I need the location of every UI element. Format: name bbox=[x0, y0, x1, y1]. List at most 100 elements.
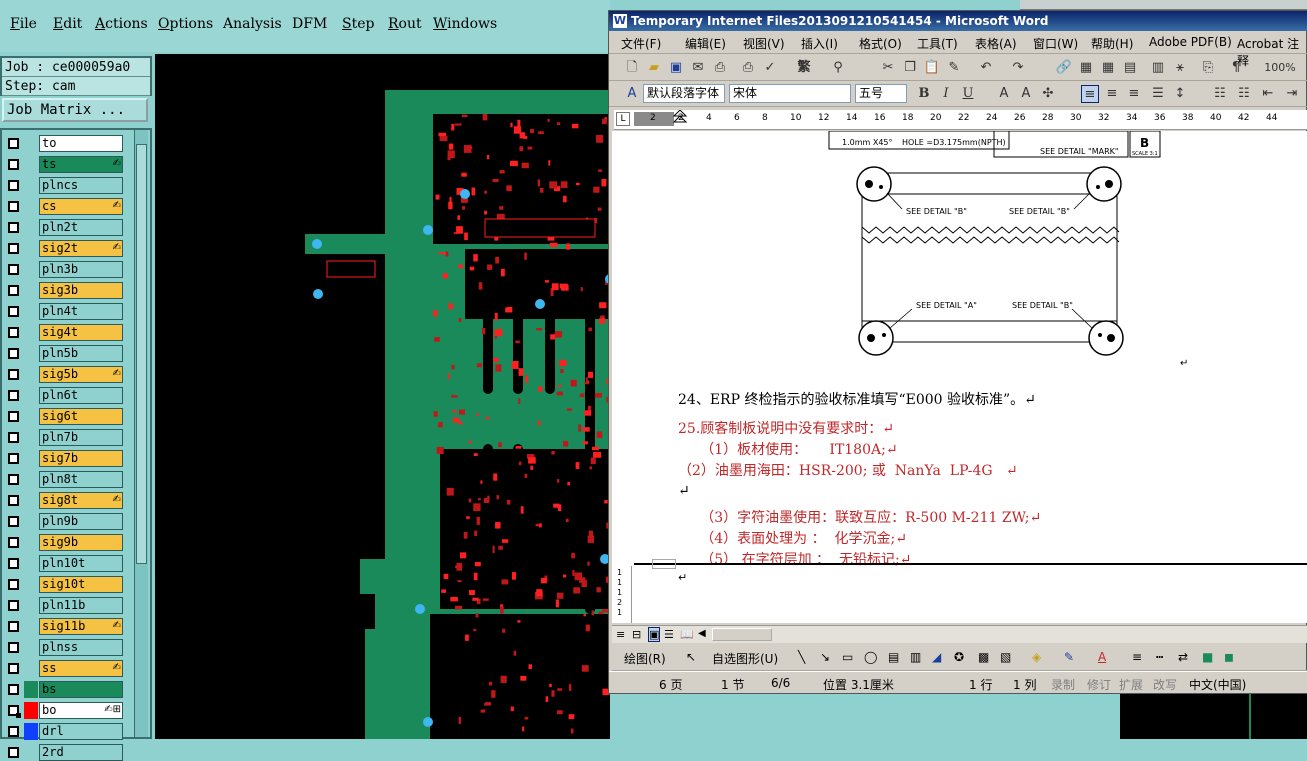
layer-name[interactable]: bs bbox=[39, 681, 123, 698]
layer-checkbox[interactable] bbox=[8, 747, 19, 758]
justify-icon[interactable]: ☰ bbox=[1149, 85, 1167, 103]
word-title-bar[interactable]: W Temporary Internet Files20130912105414… bbox=[609, 11, 1307, 31]
status-record[interactable]: 录制 bbox=[1051, 676, 1075, 693]
layer-row-cs[interactable]: cs ✍ bbox=[5, 198, 123, 215]
document-map-icon[interactable]: ⎘ bbox=[1199, 59, 1217, 77]
layer-name[interactable]: sig4t bbox=[39, 324, 123, 341]
layer-name[interactable]: pln6t bbox=[39, 387, 123, 404]
layer-row-pln2t[interactable]: pln2t bbox=[5, 219, 123, 236]
char-border-icon[interactable]: A bbox=[995, 85, 1013, 103]
undo-icon[interactable]: ↶ bbox=[977, 59, 995, 77]
layer-checkbox[interactable] bbox=[8, 222, 19, 233]
textbox-icon[interactable]: ▤ bbox=[888, 650, 899, 664]
oval-icon[interactable]: ◯ bbox=[864, 650, 877, 664]
cam-menu-analysis[interactable]: Analysis bbox=[223, 16, 282, 32]
layer-name[interactable]: pln11b bbox=[39, 597, 123, 614]
numbering-icon[interactable]: ☷ bbox=[1211, 85, 1229, 103]
layer-name[interactable]: plnss bbox=[39, 639, 123, 656]
layer-name[interactable]: to bbox=[39, 135, 123, 152]
arrow-icon[interactable]: ↘ bbox=[820, 650, 830, 664]
reading-view-icon[interactable]: 📖 bbox=[680, 628, 694, 641]
layer-checkbox[interactable] bbox=[8, 537, 19, 548]
arrow-style-icon[interactable]: ⇄ bbox=[1178, 650, 1188, 664]
font-color-icon[interactable]: A bbox=[1098, 650, 1106, 664]
cut-icon[interactable]: ✂ bbox=[879, 59, 897, 77]
print-view-icon[interactable]: ▣ bbox=[648, 627, 661, 642]
scrollbar-thumb[interactable] bbox=[136, 144, 147, 564]
web-view-icon[interactable]: ⊟ bbox=[632, 628, 641, 641]
vertical-ruler[interactable]: 11121 bbox=[612, 566, 632, 623]
layer-name[interactable]: 2rd bbox=[39, 744, 123, 761]
insert-excel-icon[interactable]: ▤ bbox=[1121, 59, 1139, 77]
hyperlink-icon[interactable]: 🔗 bbox=[1055, 59, 1073, 77]
word-menu-item[interactable]: 文件(F) bbox=[621, 35, 661, 52]
cam-menu-windows[interactable]: Windows bbox=[433, 16, 497, 32]
drawing-icon[interactable]: ⚹ bbox=[1171, 59, 1189, 77]
layer-checkbox[interactable] bbox=[8, 663, 19, 674]
copy-icon[interactable]: ❐ bbox=[901, 59, 919, 77]
layer-checkbox[interactable] bbox=[8, 516, 19, 527]
layer-name[interactable]: cs bbox=[39, 198, 123, 215]
layer-checkbox[interactable] bbox=[8, 138, 19, 149]
layer-row-sig4t[interactable]: sig4t bbox=[5, 324, 123, 341]
line-spacing-icon[interactable]: ↕ bbox=[1171, 85, 1189, 103]
layer-row-sig7b[interactable]: sig7b bbox=[5, 450, 123, 467]
layer-row-pln6t[interactable]: pln6t bbox=[5, 387, 123, 404]
picture-icon[interactable]: ▧ bbox=[1000, 650, 1011, 664]
new-document-icon[interactable]: 🗋 bbox=[623, 59, 641, 77]
word-menu-item[interactable]: 窗口(W) bbox=[1033, 35, 1078, 52]
cam-menu-step[interactable]: Step bbox=[342, 16, 374, 32]
diagram-icon[interactable]: ✪ bbox=[954, 650, 964, 664]
layer-name[interactable]: sig9b bbox=[39, 534, 123, 551]
select-objects-icon[interactable]: ↖ bbox=[686, 650, 696, 664]
layer-row-to[interactable]: to bbox=[5, 135, 123, 152]
layer-row-bs[interactable]: bs bbox=[5, 681, 123, 698]
redo-icon[interactable]: ↷ bbox=[1009, 59, 1027, 77]
font-size-combo[interactable]: 五号 bbox=[855, 84, 907, 103]
layer-name[interactable]: pln10t bbox=[39, 555, 123, 572]
layer-checkbox[interactable] bbox=[8, 348, 19, 359]
status-overtype[interactable]: 改写 bbox=[1153, 676, 1177, 693]
layer-row-plncs[interactable]: plncs bbox=[5, 177, 123, 194]
layer-name[interactable]: pln4t bbox=[39, 303, 123, 320]
permission-icon[interactable]: ✉ bbox=[689, 59, 707, 77]
word-menu-item[interactable]: 编辑(E) bbox=[685, 35, 726, 52]
autoshapes-menu[interactable]: 自选图形(U) bbox=[712, 650, 778, 667]
cam-graphics-canvas[interactable] bbox=[155, 54, 610, 739]
horizontal-scrollbar[interactable]: ≡ ⊟ ▣ ☰ 📖 ◀ bbox=[612, 625, 1307, 643]
word-menu-item[interactable]: 表格(A) bbox=[975, 35, 1017, 52]
layer-row-2rd[interactable]: 2rd bbox=[5, 744, 123, 761]
word-menu-item[interactable]: 格式(O) bbox=[859, 35, 902, 52]
layer-name[interactable]: pln3b bbox=[39, 261, 123, 278]
layer-name[interactable]: pln8t bbox=[39, 471, 123, 488]
layer-row-drl[interactable]: drl bbox=[5, 723, 123, 740]
hscroll-thumb[interactable] bbox=[712, 628, 772, 641]
word-menu-item[interactable]: 视图(V) bbox=[743, 35, 785, 52]
bold-icon[interactable]: B bbox=[915, 85, 933, 103]
align-center-icon[interactable]: ≡ bbox=[1103, 85, 1121, 103]
italic-icon[interactable]: I bbox=[937, 85, 955, 103]
layer-checkbox[interactable] bbox=[8, 327, 19, 338]
decrease-indent-icon[interactable]: ⇤ bbox=[1259, 85, 1277, 103]
style-combo[interactable]: 默认段落字体 bbox=[643, 84, 725, 103]
layer-name[interactable]: ss bbox=[39, 660, 123, 677]
rectangle-icon[interactable]: ▭ bbox=[842, 650, 853, 664]
outline-view-icon[interactable]: ☰ bbox=[664, 628, 674, 641]
align-right-icon[interactable]: ≡ bbox=[1125, 85, 1143, 103]
save-icon[interactable]: ▣ bbox=[667, 59, 685, 77]
layer-checkbox[interactable] bbox=[8, 306, 19, 317]
layer-name[interactable]: sig3b bbox=[39, 282, 123, 299]
layer-name[interactable]: pln7b bbox=[39, 429, 123, 446]
draw-menu-button[interactable]: 绘图(R) bbox=[624, 650, 666, 667]
layer-row-pln8t[interactable]: pln8t bbox=[5, 471, 123, 488]
print-preview-icon[interactable]: ⎙ bbox=[739, 59, 757, 77]
layer-checkbox[interactable] bbox=[8, 369, 19, 380]
cam-menu-actions[interactable]: Actions bbox=[95, 16, 148, 32]
normal-view-icon[interactable]: ≡ bbox=[616, 628, 625, 641]
traditional-chinese-button[interactable]: 繁 bbox=[795, 59, 813, 77]
layer-row-sig3b[interactable]: sig3b bbox=[5, 282, 123, 299]
dash-style-icon[interactable]: ┅ bbox=[1156, 650, 1163, 664]
layer-name[interactable]: sig5b bbox=[39, 366, 123, 383]
layer-name[interactable]: plncs bbox=[39, 177, 123, 194]
open-folder-icon[interactable]: ▰ bbox=[645, 59, 663, 77]
